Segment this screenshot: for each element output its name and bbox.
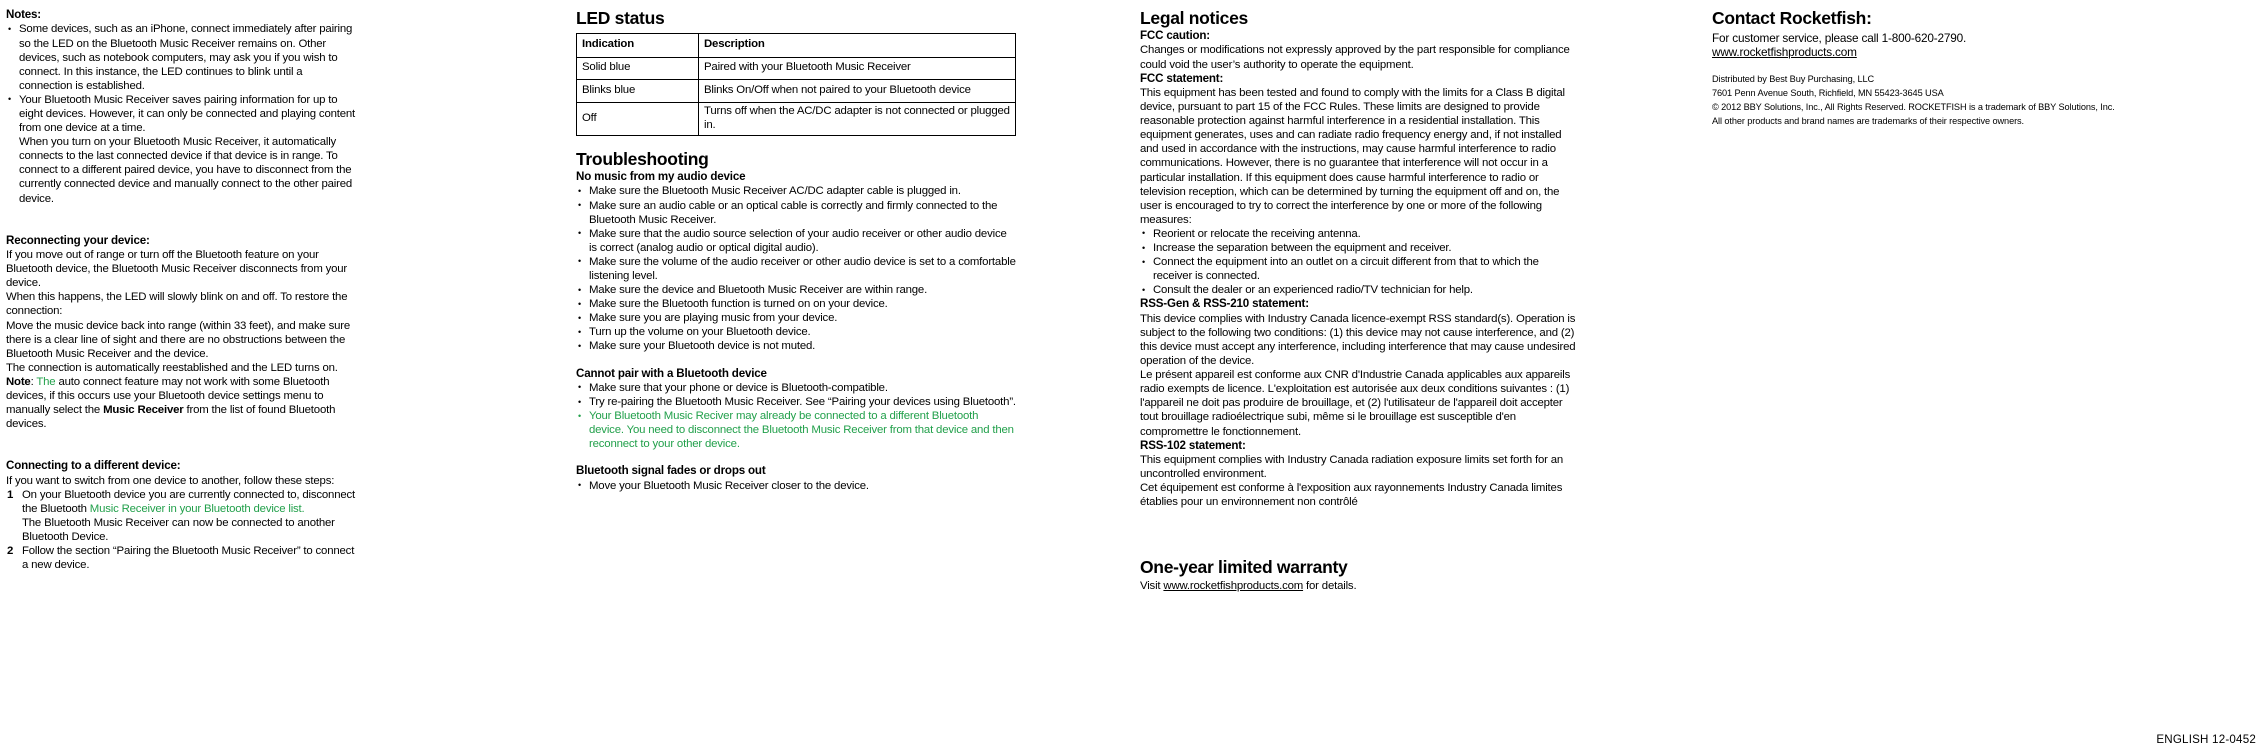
connecting-heading: Connecting to a different device:: [6, 459, 181, 473]
warranty-heading: One-year limited warranty: [1140, 557, 1348, 578]
list-item: Make sure an audio cable or an optical c…: [576, 198, 1016, 227]
signal-fades-heading: Bluetooth signal fades or drops out: [576, 464, 766, 478]
trademark-notice: All other products and brand names are t…: [1712, 116, 2024, 127]
distributed-by: Distributed by Best Buy Purchasing, LLC: [1712, 74, 1875, 85]
reconnecting-heading: Reconnecting your device:: [6, 233, 150, 247]
reconnect-paragraph-2: When this happens, the LED will slowly b…: [6, 291, 348, 318]
notes-list: Some devices, such as an iPhone, connect…: [6, 22, 358, 205]
cell-description: Paired with your Bluetooth Music Receive…: [698, 56, 1016, 80]
contact-heading: Contact Rocketfish:: [1712, 8, 1872, 28]
list-item: Reorient or relocate the receiving anten…: [1140, 226, 1580, 241]
reconnect-paragraph-4: The connection is automatically reestabl…: [6, 361, 338, 374]
fcc-caution-heading: FCC caution:: [1140, 29, 1210, 42]
list-item: Make sure that your phone or device is B…: [576, 380, 1016, 395]
cell-indication: Solid blue: [576, 56, 699, 80]
cell-indication: Off: [576, 101, 699, 136]
cell-description: Blinks On/Off when not paired to your Bl…: [698, 79, 1016, 103]
note-bold-term: Music Receiver: [103, 404, 184, 417]
warranty-visit-label: Visit: [1140, 580, 1164, 593]
list-item: Follow the section “Pairing the Bluetoot…: [7, 544, 355, 572]
note-label: Note: [6, 375, 31, 388]
list-item: Make sure your Bluetooth device is not m…: [576, 339, 1016, 353]
list-item: Move your Bluetooth Music Receiver close…: [576, 478, 1016, 493]
list-item: Consult the dealer or an experienced rad…: [1140, 283, 1580, 297]
troubleshooting-heading: Troubleshooting: [576, 149, 709, 169]
company-address: 7601 Penn Avenue South, Richfield, MN 55…: [1712, 88, 1944, 99]
column-header-description: Description: [698, 33, 1016, 58]
no-music-heading: No music from my audio device: [576, 170, 746, 183]
led-status-table: Indication Description Solid blue Paired…: [576, 33, 1016, 136]
column-header-indication: Indication: [576, 33, 699, 58]
list-item: Connect the equipment into an outlet on …: [1140, 255, 1580, 283]
step1-subtext: The Bluetooth Music Receiver can now be …: [22, 516, 335, 544]
no-music-list: Make sure the Bluetooth Music Receiver A…: [576, 184, 1016, 353]
note-green-word: The: [36, 375, 56, 388]
table-row: Blinks blue Blinks On/Off when not paire…: [576, 79, 1016, 103]
list-item: Make sure the volume of the audio receiv…: [576, 254, 1016, 283]
list-item: Make sure the Bluetooth Music Receiver A…: [576, 184, 1016, 198]
reconnect-paragraph-3: Move the music device back into range (w…: [6, 319, 351, 360]
cannot-pair-heading: Cannot pair with a Bluetooth device: [576, 366, 767, 380]
copyright-notice: © 2012 BBY Solutions, Inc., All Rights R…: [1712, 102, 2115, 113]
connecting-intro: If you want to switch from one device to…: [6, 474, 335, 487]
fcc-measures-list: Reorient or relocate the receiving anten…: [1140, 226, 1580, 297]
page-footer-code: ENGLISH 12-0452: [2156, 733, 2256, 746]
list-item-highlighted: Your Bluetooth Music Reciver may already…: [576, 409, 1016, 451]
fcc-caution-text: Changes or modifications not expressly a…: [1140, 44, 1570, 71]
contact-website-link[interactable]: www.rocketfishproducts.com: [1712, 45, 1857, 59]
list-item: Try re-pairing the Bluetooth Music Recei…: [576, 395, 1016, 409]
led-status-heading: LED status: [576, 8, 665, 28]
cell-indication: Blinks blue: [576, 79, 699, 103]
list-item: Turn up the volume on your Bluetooth dev…: [576, 325, 1016, 339]
list-item: Your Bluetooth Music Receiver saves pair…: [6, 92, 358, 206]
cell-description: Turns off when the AC/DC adapter is not …: [698, 101, 1016, 136]
list-item: Increase the separation between the equi…: [1140, 241, 1580, 255]
list-item: Make sure that the audio source selectio…: [576, 226, 1016, 255]
list-item: Make sure the Bluetooth function is turn…: [576, 297, 1016, 311]
reconnect-paragraph-1: If you move out of range or turn off the…: [6, 249, 348, 290]
rss-gen-heading: RSS-Gen & RSS-210 statement:: [1140, 297, 1309, 311]
cannot-pair-list: Make sure that your phone or device is B…: [576, 380, 1016, 451]
column-legal-notices: Legal notices FCC caution: Changes or mo…: [1140, 8, 1580, 594]
table-header-row: Indication Description: [576, 33, 1016, 58]
list-item: On your Bluetooth device you are current…: [6, 488, 358, 544]
signal-fades-list: Move your Bluetooth Music Receiver close…: [576, 478, 1016, 493]
step1-green-text: Music Receiver in your Bluetooth device …: [89, 502, 305, 515]
warranty-tail-label: for details.: [1303, 580, 1357, 593]
table-row: Off Turns off when the AC/DC adapter is …: [576, 101, 1016, 136]
column-contact: Contact Rocketfish: For customer service…: [1712, 8, 2232, 129]
list-item: Make sure you are playing music from you…: [576, 311, 1016, 325]
fcc-statement-text: This equipment has been tested and found…: [1140, 87, 1565, 226]
legal-notices-heading: Legal notices: [1140, 8, 1248, 28]
fcc-statement-heading: FCC statement:: [1140, 71, 1224, 85]
connecting-steps: On your Bluetooth device you are current…: [6, 488, 358, 573]
reconnect-note: Note: The auto connect feature may not w…: [6, 375, 358, 431]
table-row: Solid blue Paired with your Bluetooth Mu…: [576, 56, 1016, 80]
note-continuation: When you turn on your Bluetooth Music Re…: [19, 136, 353, 205]
note-text: Your Bluetooth Music Receiver saves pair…: [19, 93, 356, 135]
list-item: Some devices, such as an iPhone, connect…: [6, 22, 358, 92]
column-notes: Notes: Some devices, such as an iPhone, …: [6, 8, 358, 572]
rss-102-heading: RSS-102 statement:: [1140, 438, 1246, 452]
warranty-text: Visit www.rocketfishproducts.com for det…: [1140, 579, 1580, 593]
notes-heading: Notes:: [6, 8, 41, 21]
rss-102-english-text: This equipment complies with Industry Ca…: [1140, 454, 1564, 481]
column-led-troubleshooting: LED status Indication Description Solid …: [576, 8, 1016, 493]
contact-phone: For customer service, please call 1-800-…: [1712, 31, 1967, 45]
manual-page: Notes: Some devices, such as an iPhone, …: [0, 0, 2268, 752]
rss-gen-french-text: Le présent appareil est conforme aux CNR…: [1140, 369, 1571, 438]
list-item: Make sure the device and Bluetooth Music…: [576, 283, 1016, 297]
rss-gen-english-text: This device complies with Industry Canad…: [1140, 312, 1576, 368]
rss-102-french-text: Cet équipement est conforme à l'expositi…: [1140, 482, 1563, 509]
warranty-website-link[interactable]: www.rocketfishproducts.com: [1163, 580, 1303, 592]
contact-url-line: www.rocketfishproducts.com: [1712, 45, 2232, 59]
